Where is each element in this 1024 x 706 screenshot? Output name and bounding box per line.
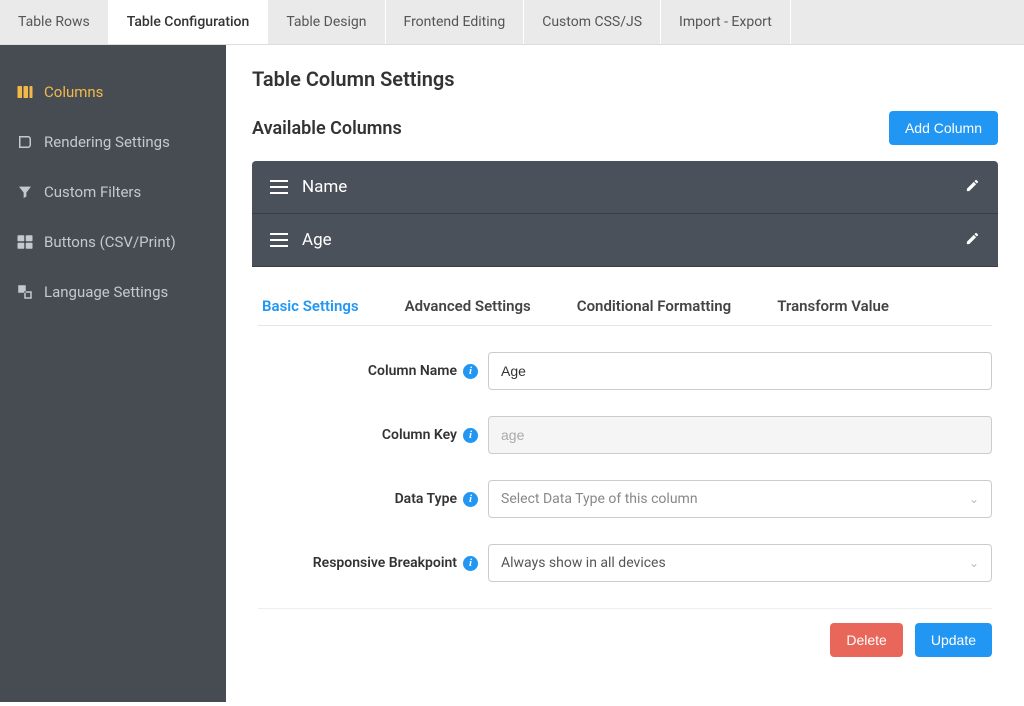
sidebar-item-buttons[interactable]: Buttons (CSV/Print) xyxy=(0,217,226,267)
column-name-input[interactable] xyxy=(488,352,992,390)
chevron-down-icon: ⌄ xyxy=(969,556,979,570)
sidebar-item-label: Rendering Settings xyxy=(44,133,170,151)
data-type-label: Data Type i xyxy=(258,491,488,507)
column-row-name[interactable]: Name xyxy=(252,161,998,214)
column-key-input xyxy=(488,416,992,454)
chevron-down-icon: ⌄ xyxy=(969,492,979,506)
language-icon xyxy=(16,283,34,301)
info-icon[interactable]: i xyxy=(463,428,478,443)
sidebar-item-language-settings[interactable]: Language Settings xyxy=(0,267,226,317)
sidebar-item-rendering-settings[interactable]: Rendering Settings xyxy=(0,117,226,167)
data-type-select[interactable]: Select Data Type of this column ⌄ xyxy=(488,480,992,518)
sidebar-item-label: Columns xyxy=(44,83,103,101)
tab-table-configuration[interactable]: Table Configuration xyxy=(109,0,269,44)
sub-tab-basic[interactable]: Basic Settings xyxy=(262,287,359,325)
rendering-icon xyxy=(16,133,34,151)
update-button[interactable]: Update xyxy=(915,623,992,657)
responsive-breakpoint-select[interactable]: Always show in all devices ⌄ xyxy=(488,544,992,582)
add-column-button[interactable]: Add Column xyxy=(889,111,998,145)
column-list: Name Age xyxy=(252,161,998,267)
edit-icon[interactable] xyxy=(965,178,980,197)
tab-frontend-editing[interactable]: Frontend Editing xyxy=(386,0,525,44)
settings-sub-tabs: Basic Settings Advanced Settings Conditi… xyxy=(258,287,992,326)
sidebar-item-columns[interactable]: Columns xyxy=(0,67,226,117)
column-key-label: Column Key i xyxy=(258,427,488,443)
tab-table-design[interactable]: Table Design xyxy=(268,0,385,44)
filter-icon xyxy=(16,183,34,201)
page-title: Table Column Settings xyxy=(252,67,998,91)
section-title: Available Columns xyxy=(252,118,402,139)
drag-handle-icon[interactable] xyxy=(270,180,288,194)
sidebar-item-label: Custom Filters xyxy=(44,183,141,201)
edit-icon[interactable] xyxy=(965,231,980,250)
sub-tab-conditional[interactable]: Conditional Formatting xyxy=(577,287,731,325)
top-tabs: Table Rows Table Configuration Table Des… xyxy=(0,0,1024,45)
info-icon[interactable]: i xyxy=(463,492,478,507)
column-label: Name xyxy=(302,177,347,197)
sidebar-item-custom-filters[interactable]: Custom Filters xyxy=(0,167,226,217)
info-icon[interactable]: i xyxy=(463,556,478,571)
tab-import-export[interactable]: Import - Export xyxy=(661,0,791,44)
delete-button[interactable]: Delete xyxy=(830,623,902,657)
buttons-icon xyxy=(16,233,34,251)
columns-icon xyxy=(16,83,34,101)
column-row-age[interactable]: Age xyxy=(252,214,998,267)
column-name-label: Column Name i xyxy=(258,363,488,379)
sidebar-item-label: Buttons (CSV/Print) xyxy=(44,233,176,251)
drag-handle-icon[interactable] xyxy=(270,233,288,247)
main-content: Table Column Settings Available Columns … xyxy=(226,45,1024,702)
sub-tab-advanced[interactable]: Advanced Settings xyxy=(405,287,531,325)
sidebar-item-label: Language Settings xyxy=(44,283,168,301)
tab-custom-css-js[interactable]: Custom CSS/JS xyxy=(524,0,661,44)
responsive-breakpoint-label: Responsive Breakpoint i xyxy=(258,555,488,571)
tab-table-rows[interactable]: Table Rows xyxy=(0,0,109,44)
column-label: Age xyxy=(302,230,332,250)
sub-tab-transform[interactable]: Transform Value xyxy=(777,287,889,325)
info-icon[interactable]: i xyxy=(463,364,478,379)
sidebar: Columns Rendering Settings Custom Filter… xyxy=(0,45,226,702)
